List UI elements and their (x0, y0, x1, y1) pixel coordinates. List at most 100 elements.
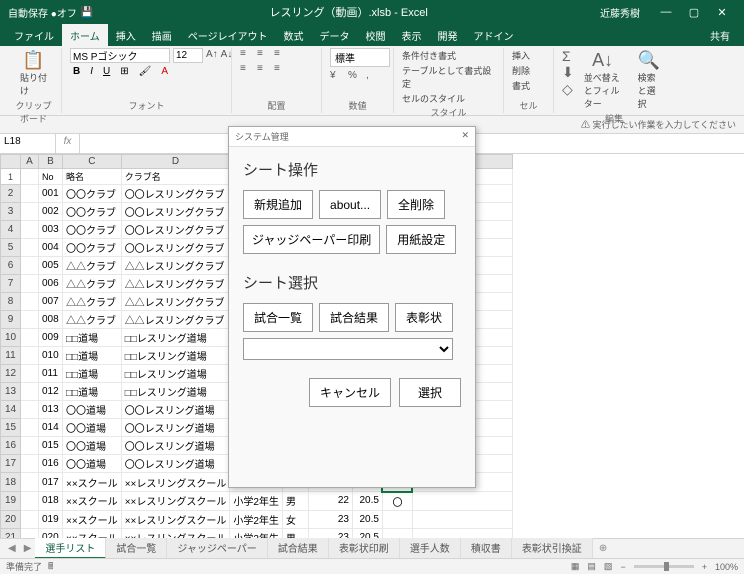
tab-addin[interactable]: アドイン (466, 24, 522, 46)
table-row[interactable]: 20019××スクール××レスリングスクール小学2年生女2320.5 (1, 510, 513, 528)
minimize-button[interactable]: — (652, 6, 680, 18)
find-select-button[interactable]: 🔍検索と選択 (632, 48, 666, 112)
font-name-select[interactable] (70, 48, 170, 63)
align-center-icon[interactable]: ≡ (257, 63, 271, 77)
bold-button[interactable]: B (70, 65, 83, 78)
row-header[interactable]: 17 (1, 455, 21, 473)
row-header[interactable]: 1 (1, 169, 21, 185)
name-box[interactable]: L18 (0, 134, 56, 153)
tab-review[interactable]: 校閲 (358, 24, 394, 46)
qa-save-icon[interactable]: 💾 (81, 7, 93, 18)
row-header[interactable]: 10 (1, 329, 21, 347)
share-button[interactable]: 共有 (702, 24, 738, 46)
align-top-icon[interactable]: ≡ (240, 48, 254, 62)
tab-layout[interactable]: ページレイアウト (180, 24, 276, 46)
tab-dev[interactable]: 開発 (430, 24, 466, 46)
row-header[interactable]: 8 (1, 293, 21, 311)
sheet-tab[interactable]: 選手リスト (35, 538, 106, 559)
select-button[interactable]: 選択 (399, 378, 461, 407)
sheet-tab[interactable]: ジャッジペーパー (167, 538, 267, 559)
zoom-slider[interactable] (634, 565, 694, 568)
tab-data[interactable]: データ (312, 24, 358, 46)
paper-settings-button[interactable]: 用紙設定 (386, 225, 456, 254)
number-format-select[interactable]: 標準 (330, 48, 390, 67)
tab-home[interactable]: ホーム (62, 24, 108, 46)
col-header-A[interactable]: A (21, 155, 39, 169)
autosum-icon[interactable]: Σ (562, 48, 574, 64)
insert-cells-button[interactable]: 挿入 (512, 48, 545, 63)
new-add-button[interactable]: 新規追加 (243, 190, 313, 219)
align-bot-icon[interactable]: ≡ (274, 48, 288, 62)
row-header[interactable]: 12 (1, 365, 21, 383)
tab-draw[interactable]: 描画 (144, 24, 180, 46)
row-header[interactable]: 14 (1, 401, 21, 419)
row-header[interactable]: 11 (1, 347, 21, 365)
sheet-tab[interactable]: 選手人数 (400, 538, 461, 559)
fx-button[interactable]: fx (56, 134, 80, 153)
about-button[interactable]: about... (319, 190, 381, 219)
row-header[interactable]: 7 (1, 275, 21, 293)
sheet-nav-next-icon[interactable]: ▶ (20, 543, 36, 554)
zoom-in-icon[interactable]: + (702, 562, 707, 572)
autosave-toggle[interactable]: 自動保存 ●オフ (8, 5, 77, 20)
row-header[interactable]: 18 (1, 473, 21, 492)
row-header[interactable]: 13 (1, 383, 21, 401)
judge-paper-print-button[interactable]: ジャッジペーパー印刷 (243, 225, 380, 254)
view-normal-icon[interactable]: ▦ (571, 561, 580, 572)
dialog-close-icon[interactable]: ✕ (461, 130, 469, 143)
sheet-tab[interactable]: 表彰状引換証 (512, 538, 593, 559)
table-row[interactable]: 19018××スクール××レスリングスクール小学2年生男2220.5〇 (1, 492, 513, 511)
row-header[interactable]: 2 (1, 185, 21, 203)
fill-icon[interactable]: ⬇ (562, 64, 574, 81)
tab-view[interactable]: 表示 (394, 24, 430, 46)
match-result-button[interactable]: 試合結果 (319, 303, 389, 332)
fill-color-button[interactable]: 🖌 (136, 65, 155, 78)
tab-insert[interactable]: 挿入 (108, 24, 144, 46)
cell-styles-button[interactable]: セルのスタイル (402, 91, 495, 106)
sheet-select-dropdown[interactable] (243, 338, 453, 360)
zoom-level[interactable]: 100% (715, 562, 738, 572)
col-header-C[interactable]: C (63, 155, 122, 169)
row-header[interactable]: 19 (1, 492, 21, 511)
sheet-tab[interactable]: 試合結果 (268, 538, 329, 559)
align-left-icon[interactable]: ≡ (240, 63, 254, 77)
row-header[interactable]: 16 (1, 437, 21, 455)
sheet-nav-prev-icon[interactable]: ◀ (4, 543, 20, 554)
close-button[interactable]: ✕ (708, 6, 736, 19)
row-header[interactable]: 15 (1, 419, 21, 437)
row-header[interactable]: 9 (1, 311, 21, 329)
row-header[interactable]: 5 (1, 239, 21, 257)
sheet-tab[interactable]: 積収書 (461, 538, 512, 559)
maximize-button[interactable]: ▢ (680, 6, 708, 19)
row-header[interactable]: 3 (1, 203, 21, 221)
tab-file[interactable]: ファイル (6, 24, 62, 46)
col-header-B[interactable]: B (39, 155, 63, 169)
inc-font-icon[interactable]: A↑ (206, 49, 218, 63)
border-button[interactable]: ⊞ (117, 65, 131, 78)
match-list-button[interactable]: 試合一覧 (243, 303, 313, 332)
conditional-format-button[interactable]: 条件付き書式 (402, 48, 495, 63)
sort-filter-button[interactable]: A↓並べ替えとフィルター (578, 48, 628, 112)
align-right-icon[interactable]: ≡ (274, 63, 288, 77)
sheet-tab[interactable]: 表彰状印刷 (329, 538, 400, 559)
zoom-out-icon[interactable]: − (620, 562, 625, 572)
align-mid-icon[interactable]: ≡ (257, 48, 271, 62)
clear-icon[interactable]: ◇ (562, 81, 574, 98)
cancel-button[interactable]: キャンセル (309, 378, 391, 407)
tab-formulas[interactable]: 数式 (276, 24, 312, 46)
calc-icon[interactable]: 🖩 (48, 559, 53, 575)
row-header[interactable]: 20 (1, 510, 21, 528)
delete-cells-button[interactable]: 削除 (512, 63, 545, 78)
view-layout-icon[interactable]: ▤ (587, 561, 596, 572)
font-color-button[interactable]: A (158, 65, 171, 78)
underline-button[interactable]: U (100, 65, 113, 78)
percent-icon[interactable]: % (348, 70, 362, 84)
col-header-D[interactable]: D (121, 155, 230, 169)
dec-font-icon[interactable]: A↓ (221, 49, 233, 63)
italic-button[interactable]: I (87, 65, 96, 78)
view-break-icon[interactable]: ▧ (604, 561, 613, 572)
currency-icon[interactable]: ¥ (330, 70, 344, 84)
format-cells-button[interactable]: 書式 (512, 78, 545, 93)
row-header[interactable]: 4 (1, 221, 21, 239)
delete-all-button[interactable]: 全削除 (387, 190, 445, 219)
